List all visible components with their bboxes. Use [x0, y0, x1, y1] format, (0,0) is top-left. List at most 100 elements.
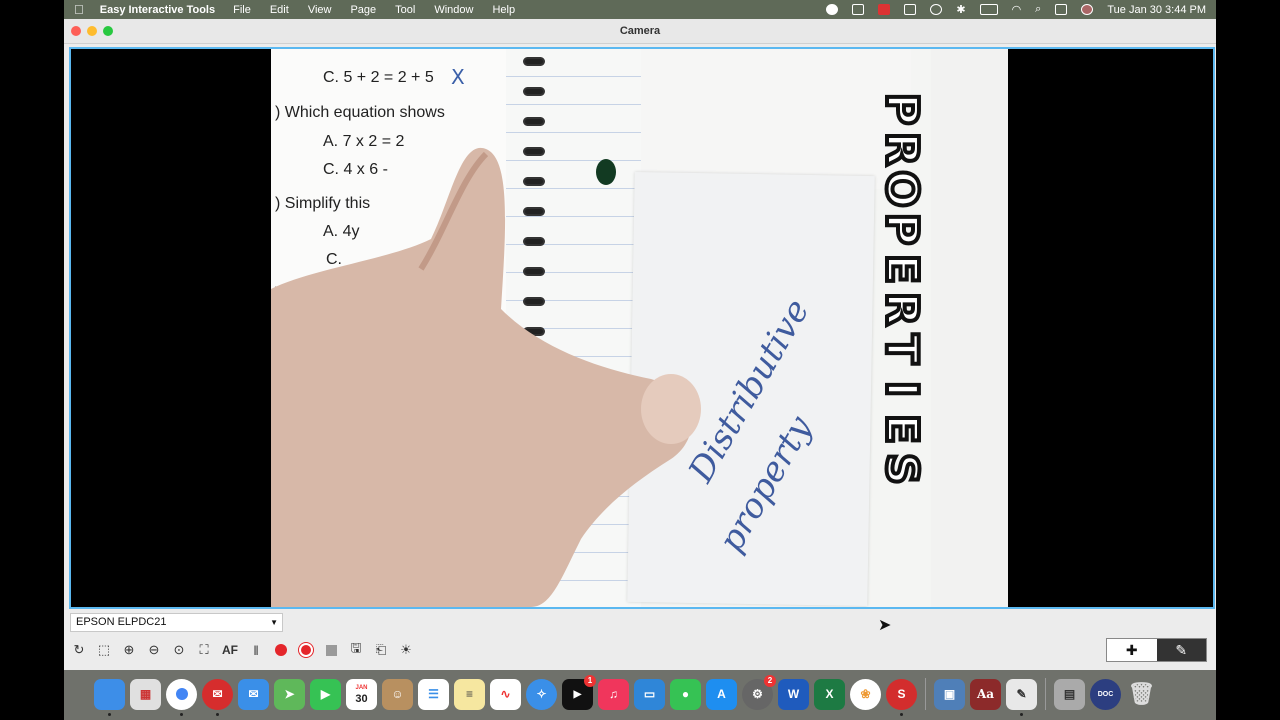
music-icon[interactable]: ♫ [598, 678, 629, 710]
notes-icon[interactable]: ≡ [454, 678, 485, 710]
device-dropdown[interactable]: EPSON ELPDC21 ▼ [70, 613, 283, 632]
record-status-icon[interactable] [826, 4, 839, 15]
save-icon[interactable]: 🖫 [347, 640, 365, 659]
menu-file[interactable]: File [233, 4, 251, 16]
pen-mode-icon[interactable]: ✎ [1156, 639, 1206, 661]
apple-tv-icon[interactable]: ▶ 1 [562, 674, 596, 710]
menu-tool[interactable]: Tool [395, 4, 415, 16]
worksheet-line: C. 5 + 2 = 2 + 5 [323, 69, 434, 86]
system-settings-icon[interactable]: ⚙ 2 [742, 674, 776, 710]
rotate-icon[interactable]: ↻ [70, 641, 88, 659]
menubar:  Easy Interactive Tools File Edit View … [64, 0, 1216, 19]
mode-toggle: ✚ ✎ [1106, 638, 1207, 662]
control-center-icon[interactable] [1055, 4, 1068, 15]
close-button[interactable] [71, 26, 81, 36]
move-mode-icon[interactable]: ✚ [1107, 639, 1157, 661]
preview-icon[interactable]: ▣ [934, 678, 965, 710]
menu-view[interactable]: View [308, 4, 332, 16]
maps-icon[interactable]: ➤ [274, 678, 305, 710]
pause-icon[interactable]: ‖ [247, 641, 265, 659]
calendar-icon[interactable]: JAN 30 [346, 678, 377, 710]
menu-window[interactable]: Window [434, 4, 473, 16]
camera-viewer[interactable]: C. 5 + 2 = 2 + 5 X ) Which equation show… [69, 47, 1215, 609]
bluetooth-icon[interactable]: ✱ [956, 3, 965, 16]
safari-icon[interactable]: ✧ [526, 678, 557, 710]
keynote-icon[interactable]: ▭ [634, 678, 665, 710]
zoom-area-icon[interactable]: ⬚ [95, 641, 113, 659]
dictionary-icon[interactable]: Aa [970, 678, 1001, 710]
app-store-icon[interactable]: A [706, 678, 737, 710]
autofocus-button[interactable]: AF [220, 641, 240, 659]
zoom-in-icon[interactable]: ⊕ [120, 641, 138, 659]
dock-separator [1045, 678, 1046, 710]
zoom-out-icon[interactable]: ⊖ [145, 641, 163, 659]
doc-camera-icon[interactable]: DOC [1090, 678, 1121, 710]
app-name-menu[interactable]: Easy Interactive Tools [100, 4, 215, 16]
clock[interactable]: Tue Jan 30 3:44 PM [1107, 4, 1206, 16]
status-area: ✱ ◠ ⌕ Tue Jan 30 3:44 PM [826, 3, 1206, 16]
menu-help[interactable]: Help [492, 4, 515, 16]
app-status-icon[interactable] [878, 4, 891, 15]
siri-icon[interactable] [1081, 4, 1094, 15]
camera-feed-image: C. 5 + 2 = 2 + 5 X ) Which equation show… [271, 49, 1008, 607]
finder-icon[interactable] [94, 678, 125, 716]
banner-letter: S [874, 451, 929, 487]
dock-separator [925, 678, 926, 710]
tv-badge: 1 [584, 674, 596, 687]
properties-banner: P R O P E R T I E S [871, 89, 931, 559]
facetime-icon[interactable]: ▶ [310, 678, 341, 710]
freeform-icon[interactable]: ∿ [490, 678, 521, 710]
worksheet-line: ) Which equation shows [275, 104, 445, 121]
window-titlebar[interactable]: Camera [64, 19, 1216, 44]
mail-app-icon[interactable]: ✉ [202, 678, 233, 716]
worksheet-line: A. 7 x 2 = 2 [323, 133, 405, 150]
downloads-stack-icon[interactable]: ▤ [1054, 678, 1085, 710]
search-icon[interactable]: ⌕ [1035, 3, 1041, 16]
excel-icon[interactable]: X [814, 678, 845, 710]
messages-icon[interactable]: ● [670, 678, 701, 710]
extension-icon[interactable] [904, 4, 917, 15]
window-title: Camera [619, 25, 661, 37]
menu-edit[interactable]: Edit [270, 4, 289, 16]
mail-icon[interactable]: ✉ [238, 678, 269, 710]
zoom-reset-icon[interactable]: ⊙ [170, 641, 188, 659]
device-dropdown-value: EPSON ELPDC21 [76, 616, 167, 628]
fit-screen-icon[interactable]: ⛶ [195, 641, 213, 659]
zoom-button[interactable] [103, 26, 113, 36]
reminders-icon[interactable]: ☰ [418, 678, 449, 710]
trash-icon[interactable]: 🗑 [1126, 679, 1157, 710]
record-video-button[interactable] [297, 641, 315, 659]
chevron-down-icon: ▼ [270, 618, 278, 627]
stop-button[interactable] [322, 641, 340, 659]
battery-icon[interactable] [979, 4, 998, 15]
record-button[interactable] [272, 641, 290, 659]
wifi-icon[interactable]: ◠ [1012, 3, 1022, 16]
easy-interactive-tools-icon[interactable]: S [886, 678, 917, 716]
handwritten-mark: X [451, 65, 465, 89]
word-icon[interactable]: W [778, 678, 809, 710]
worksheet-line: ) Simplify this [275, 195, 371, 212]
worksheet-paper: C. 5 + 2 = 2 + 5 X ) Which equation show… [271, 49, 511, 607]
worksheet-line: ) Wh [275, 285, 309, 302]
photos-icon[interactable]: ❀ [850, 678, 881, 710]
menu-page[interactable]: Page [350, 4, 376, 16]
moon-icon[interactable] [930, 4, 943, 15]
camera-toolbar: ↻ ⬚ ⊕ ⊖ ⊙ ⛶ AF ‖ 🖫 ⎗ ☀ [70, 639, 415, 661]
calendar-day: 30 [355, 693, 368, 705]
brightness-icon[interactable]: ☀ [397, 641, 415, 659]
screen-capture-icon[interactable] [852, 4, 865, 15]
annotation-icon[interactable]: ✎ [1006, 678, 1037, 716]
green-sticker [596, 159, 616, 185]
chrome-icon[interactable] [166, 678, 197, 716]
minimize-button[interactable] [87, 26, 97, 36]
worksheet-line: C. 4 x 6 - [323, 161, 388, 178]
apple-icon[interactable]:  [74, 2, 84, 17]
export-icon[interactable]: ⎗ [372, 641, 390, 659]
contacts-icon[interactable]: ☺ [382, 678, 413, 710]
side-paper [931, 49, 1008, 607]
dock: ▦ ✉ ✉ ➤ ▶ JAN 30 ☺ ☰ ≡ ∿ ✧ ▶ 1 ♫ ▭ ● A ⚙ 2… [64, 670, 1216, 720]
mouse-cursor-icon: ➤ [878, 617, 892, 634]
worksheet-line: A. 4y [323, 223, 360, 240]
camera-window: Camera C. 5 + 2 = 2 + 5 X ) Which equati… [64, 19, 1216, 670]
launchpad-icon[interactable]: ▦ [130, 678, 161, 710]
